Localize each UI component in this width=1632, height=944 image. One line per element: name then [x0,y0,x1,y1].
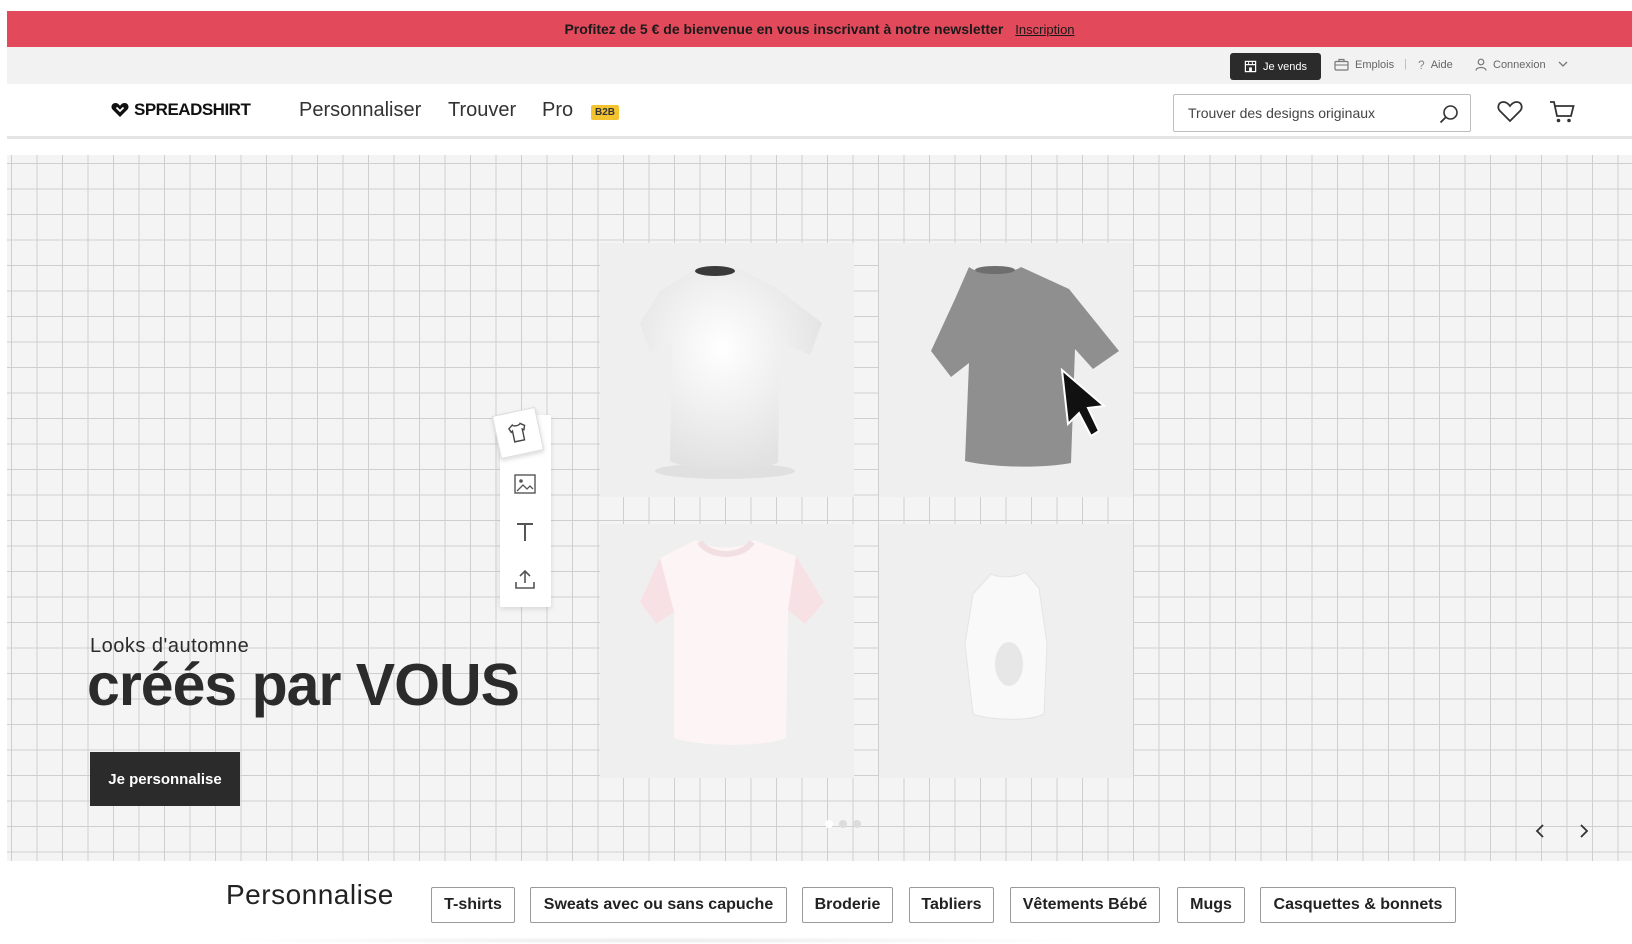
user-icon [1475,58,1487,71]
help-label: Aide [1430,59,1453,71]
category-chip-sweats[interactable]: Sweats avec ou sans capuche [530,887,787,923]
image-icon[interactable] [512,471,538,497]
utility-bar: Je vends Emplois | ? Aide Connexion [7,47,1632,84]
product-tile-pink-tshirt[interactable] [600,524,854,778]
shirt-tool-button[interactable] [491,406,545,460]
promo-banner: Profitez de 5 € de bienvenue en vous ins… [7,11,1632,47]
category-chip-mugs[interactable]: Mugs [1177,887,1245,923]
category-chip-vetements-bebe[interactable]: Vêtements Bébé [1010,887,1160,923]
chevron-left-icon [1535,824,1544,838]
category-chip-tabliers[interactable]: Tabliers [909,887,994,923]
logo-text: SPREADSHIRT [134,100,251,119]
category-chip-tshirts[interactable]: T-shirts [431,887,515,923]
category-chip-broderie[interactable]: Broderie [802,887,893,923]
storefront-icon [1244,60,1257,73]
category-row: Personnalise T-shirts Sweats avec ou san… [7,861,1632,944]
jobs-label: Emplois [1355,58,1395,71]
page: Profitez de 5 € de bienvenue en vous ins… [7,11,1632,944]
login-link[interactable]: Connexion [1475,58,1568,71]
util-divider: | [1404,58,1407,70]
newsletter-signup-link[interactable]: Inscription [1015,22,1074,37]
b2b-badge: B2B [591,105,620,120]
pink-tshirt-image [640,540,824,745]
carousel-dot[interactable] [853,820,861,828]
category-section-title: Personnalise [226,879,394,910]
promo-text: Profitez de 5 € de bienvenue en vous ins… [564,21,1004,37]
product-tile-grey-tshirt[interactable] [879,243,1133,497]
nav-pro[interactable]: Pro [542,99,573,122]
crop-top-image [964,571,1048,720]
carousel-dot[interactable] [839,820,847,828]
sell-button[interactable]: Je vends [1230,53,1321,80]
product-tile-crop-top[interactable] [879,524,1133,778]
chevron-down-icon [1558,61,1568,67]
main-nav: SPREADSHIRT Personnaliser Trouver Pro B2… [7,84,1632,139]
hero-title: créés par VOUS [87,652,520,718]
carousel-next-button[interactable] [1572,819,1596,843]
design-tool-palette [491,406,551,607]
personalize-cta-button[interactable]: Je personnalise [90,752,240,806]
nav-trouver[interactable]: Trouver [448,99,516,122]
heart-icon[interactable] [1495,96,1525,126]
category-chip-casquettes[interactable]: Casquettes & bonnets [1260,887,1456,923]
scroll-shadow [207,937,1107,944]
search-box [1173,94,1471,132]
hero-carousel: Looks d'automne créés par VOUS Je person… [7,155,1632,861]
question-icon: ? [1418,58,1425,72]
login-label: Connexion [1493,58,1546,71]
grey-tshirt-image [931,266,1119,467]
cart-icon[interactable] [1547,96,1577,126]
carousel-prev-button[interactable] [1528,819,1552,843]
product-tile-white-tshirt[interactable] [600,243,854,497]
help-link[interactable]: ? Aide [1418,58,1453,72]
carousel-dot[interactable] [825,820,833,828]
search-icon[interactable] [1438,103,1460,125]
white-tshirt-image [640,266,822,479]
shirt-icon [508,422,526,443]
text-icon[interactable] [512,519,538,545]
search-input[interactable] [1188,103,1428,123]
sell-label: Je vends [1262,60,1308,73]
chevron-right-icon [1580,824,1589,838]
carousel-dots [825,820,861,828]
heart-logo-icon [111,103,129,117]
upload-icon[interactable] [512,567,538,593]
briefcase-icon [1334,58,1349,71]
jobs-link[interactable]: Emplois [1334,58,1394,71]
nav-personnaliser[interactable]: Personnaliser [299,99,421,122]
spreadshirt-logo[interactable]: SPREADSHIRT [111,100,251,120]
